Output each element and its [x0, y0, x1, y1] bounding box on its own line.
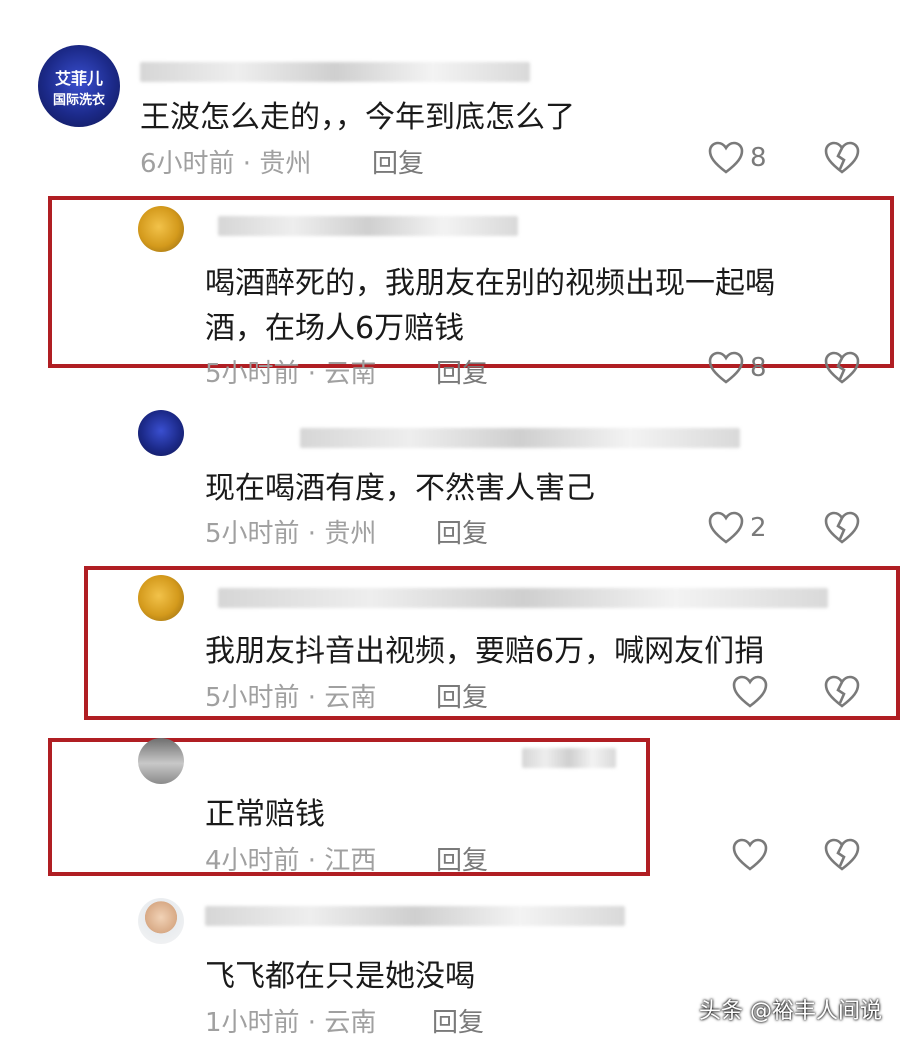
- heart-icon: [732, 675, 768, 708]
- comment-text: 现在喝酒有度，不然害人害己: [205, 471, 595, 506]
- reply-button[interactable]: 回复: [432, 1002, 484, 1039]
- dislike-button[interactable]: [824, 675, 860, 713]
- like-count: 2: [750, 513, 767, 543]
- username[interactable]: [300, 428, 740, 448]
- comment-meta: 5小时前 · 贵州: [205, 519, 377, 549]
- dislike-button[interactable]: [824, 838, 860, 876]
- reply-button[interactable]: 回复: [436, 513, 488, 550]
- username[interactable]: [140, 62, 530, 82]
- comment-text: 正常赔钱: [205, 797, 325, 832]
- watermark: 头条 @裕丰人间说: [699, 999, 882, 1024]
- heart-icon: [708, 351, 744, 384]
- like-count: 8: [750, 143, 767, 173]
- like-button[interactable]: [732, 838, 774, 872]
- avatar[interactable]: [138, 575, 184, 621]
- comment-meta: 5小时前 · 云南: [205, 683, 377, 713]
- like-count: 8: [750, 353, 767, 383]
- broken-heart-icon: [824, 838, 860, 871]
- avatar[interactable]: [138, 738, 184, 784]
- broken-heart-icon: [824, 511, 860, 544]
- reply-button[interactable]: 回复: [436, 677, 488, 714]
- comment-meta: 6小时前 · 贵州: [140, 149, 312, 179]
- username[interactable]: [218, 216, 518, 236]
- heart-icon: [708, 511, 744, 544]
- comment-text-line1: 喝酒醉死的，我朋友在别的视频出现一起喝: [205, 266, 775, 301]
- avatar[interactable]: [138, 206, 184, 252]
- broken-heart-icon: [824, 351, 860, 384]
- username[interactable]: [205, 906, 625, 926]
- avatar[interactable]: 艾菲儿 国际洗衣: [38, 45, 120, 127]
- dislike-button[interactable]: [824, 141, 860, 179]
- reply-button[interactable]: 回复: [372, 143, 424, 180]
- comment-text: 飞飞都在只是她没喝: [205, 959, 475, 994]
- like-button[interactable]: 2: [708, 511, 767, 545]
- comment-meta: 5小时前 · 云南: [205, 359, 377, 389]
- reply-button[interactable]: 回复: [436, 840, 488, 877]
- broken-heart-icon: [824, 141, 860, 174]
- like-button[interactable]: [732, 675, 774, 709]
- avatar[interactable]: [138, 410, 184, 456]
- like-button[interactable]: 8: [708, 141, 767, 175]
- comment-meta: 4小时前 · 江西: [205, 846, 377, 876]
- reply-button[interactable]: 回复: [436, 353, 488, 390]
- dislike-button[interactable]: [824, 351, 860, 389]
- broken-heart-icon: [824, 675, 860, 708]
- avatar[interactable]: [138, 898, 184, 944]
- heart-icon: [708, 141, 744, 174]
- like-button[interactable]: 8: [708, 351, 767, 385]
- dislike-button[interactable]: [824, 511, 860, 549]
- comment-text: 我朋友抖音出视频，要赔6万，喊网友们捐: [205, 634, 765, 669]
- username[interactable]: [522, 748, 616, 768]
- heart-icon: [732, 838, 768, 871]
- comment-meta: 1小时前 · 云南: [205, 1008, 377, 1038]
- comment-text-line2: 酒，在场人6万赔钱: [205, 311, 465, 346]
- username[interactable]: [218, 588, 828, 608]
- comment-text: 王波怎么走的，，今年到底怎么了: [140, 100, 575, 135]
